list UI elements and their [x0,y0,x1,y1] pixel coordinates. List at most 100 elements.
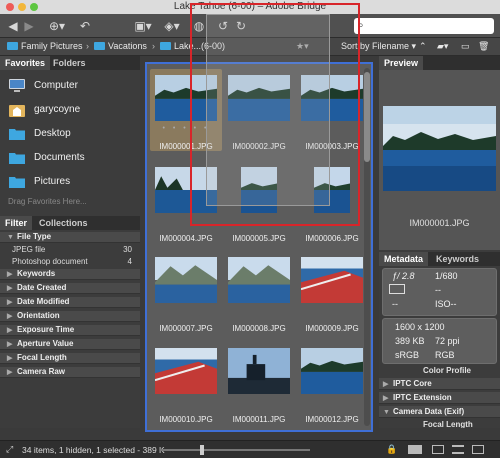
view-filmstrip-icon[interactable] [472,445,484,454]
folder-icon [7,42,18,50]
filter-item-jpeg[interactable]: JPEG file 30 [0,245,140,256]
new-folder-icon[interactable]: ▰▾ [437,41,448,52]
search-input[interactable]: ⌕ [354,18,494,34]
home-icon [9,105,25,117]
thumbnail-image [301,257,363,303]
thumbnail-image [228,348,290,394]
file-properties-panel: 1600 x 1200 389 KB 72 ppi sRGB RGB [382,318,497,364]
back-button[interactable]: ◀ [6,18,20,34]
thumbnail-image [155,257,217,303]
thumbnail-filename: IM000005.JPG [232,234,286,243]
preview-image[interactable] [383,106,496,191]
folder-icon [94,42,105,50]
preview-filename: IM000001.JPG [409,218,470,228]
breadcrumb-vacations[interactable]: Vacations [94,41,147,51]
tab-filter[interactable]: Filter [0,216,33,230]
shutter-value: 1/680 [435,271,458,281]
status-text: 34 items, 1 hidden, 1 selected - 389 K [22,445,165,455]
focal-length-label: Focal Length [423,420,473,428]
thumbnail-item[interactable]: IM000008.JPG [223,251,295,333]
color-space-value: sRGB [395,350,420,360]
computer-icon [9,79,25,92]
triangle-right-icon: ▶ [7,271,13,278]
view-details-icon[interactable] [432,445,444,454]
metering-icon [389,284,405,294]
breadcrumb-separator: › [152,41,155,51]
tab-favorites[interactable]: Favorites [0,56,51,70]
file-size-value: 389 KB [395,336,425,346]
highlight-rectangle [190,3,360,226]
preview-tabs: Preview [379,56,500,70]
tab-collections[interactable]: Collections [34,216,93,230]
tab-folders[interactable]: Folders [48,56,91,70]
thumbnail-filename: IM000010.JPG [159,415,213,424]
delete-icon[interactable]: 🗑 [478,41,489,52]
thumbnail-filename: IM000008.JPG [232,324,286,333]
triangle-down-icon: ▼ [383,409,390,416]
recent-folders-button[interactable]: ⊕▾ [46,18,68,34]
dimensions-value: 1600 x 1200 [395,322,445,332]
thumbnail-filename: IM000004.JPG [159,234,213,243]
tab-metadata[interactable]: Metadata [379,252,429,266]
section-camera-data[interactable]: ▼ Camera Data (Exif) [379,406,500,418]
filter-file-type-header[interactable]: ▼ File Type [0,232,140,243]
filter-focal-length-header[interactable]: ▶ Focal Length [0,353,140,364]
favorite-computer[interactable]: Computer [8,76,136,98]
folder-icon [9,129,25,140]
filter-keywords-header[interactable]: ▶ Keywords [0,269,140,280]
favorite-home[interactable]: garycoyne [8,100,136,122]
thumbnail-image [155,348,217,394]
filter-tabs: Filter Collections [0,216,140,230]
triangle-right-icon: ▶ [7,299,13,306]
forward-button[interactable]: ▶ [22,18,36,34]
triangle-right-icon: ▶ [7,285,13,292]
triangle-right-icon: ▶ [7,313,13,320]
lock-icon[interactable]: 🔒 [386,444,397,455]
view-list-icon[interactable] [452,445,464,454]
right-panel: Preview IM000001.JPG Metadata Keywords ƒ… [379,56,500,428]
filter-date-created-header[interactable]: ▶ Date Created [0,283,140,294]
reveal-recent-button[interactable]: ↶ [76,18,94,34]
thumbnail-filename: IM000009.JPG [305,324,359,333]
thumbnail-item[interactable]: IM000011.JPG [223,342,295,424]
left-panel: Favorites Folders Computer garycoyne Des… [0,56,140,428]
tab-keywords[interactable]: Keywords [431,252,484,266]
triangle-right-icon: ▶ [7,369,13,376]
filter-date-modified-header[interactable]: ▶ Date Modified [0,297,140,308]
thumbnail-item[interactable]: IM000007.JPG [150,251,222,333]
breadcrumb-family-pictures[interactable]: Family Pictures [7,41,83,51]
thumbnail-filename: IM000011.JPG [232,415,286,424]
refine-button[interactable]: ◈▾ [160,18,184,34]
favorite-documents[interactable]: Documents [8,148,136,170]
breadcrumb-separator: › [86,41,89,51]
favorite-desktop[interactable]: Desktop [8,124,136,146]
triangle-down-icon: ▼ [7,234,14,241]
view-grid-icon[interactable] [408,445,422,454]
slider-knob[interactable] [200,445,204,455]
tab-preview[interactable]: Preview [379,56,424,70]
aperture-value: ƒ/ 2.8 [392,271,415,281]
resolution-value: 72 ppi [435,336,460,346]
filter-aperture-value-header[interactable]: ▶ Aperture Value [0,339,140,350]
sort-direction-icon[interactable]: ⌃ [419,41,427,52]
favorite-pictures[interactable]: Pictures [8,172,136,194]
favorites-drop-hint: Drag Favorites Here... [8,197,87,206]
filter-item-photoshop[interactable]: Photoshop document 4 [0,257,140,268]
thumbnail-item[interactable]: IM000009.JPG [296,251,368,333]
thumbnail-filename: IM000007.JPG [159,324,213,333]
open-recent-file-icon[interactable]: ▭ [461,41,470,52]
section-iptc-extension[interactable]: ▶ IPTC Extension [379,392,500,404]
triangle-right-icon: ▶ [383,381,389,388]
camera-import-button[interactable]: ▣▾ [132,18,154,34]
filter-camera-raw-header[interactable]: ▶ Camera Raw [0,367,140,378]
filter-orientation-header[interactable]: ▶ Orientation [0,311,140,322]
thumbnail-filename: IM000006.JPG [305,234,359,243]
triangle-right-icon: ▶ [383,395,389,402]
expand-icon[interactable]: ⤢ [6,444,13,455]
section-iptc-core[interactable]: ▶ IPTC Core [379,378,500,390]
thumbnail-image [301,348,363,394]
filter-exposure-time-header[interactable]: ▶ Exposure Time [0,325,140,336]
thumbnail-item[interactable]: IM000010.JPG [150,342,222,424]
thumbnail-size-slider[interactable] [160,445,310,455]
thumbnail-item[interactable]: IM000012.JPG [296,342,368,424]
